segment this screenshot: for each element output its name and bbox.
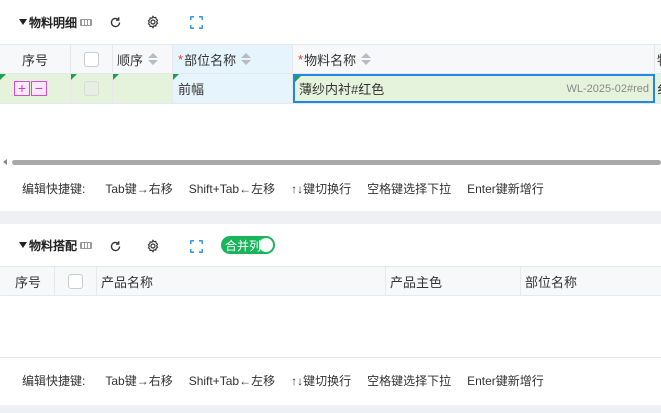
- column-header-label: 部位名称: [184, 52, 237, 68]
- panel-title: 物料明细: [29, 15, 78, 30]
- shortcut-item: Shift+Tab←左移: [188, 374, 276, 388]
- column-header-label: 物: [657, 50, 661, 69]
- select-all-checkbox[interactable]: [68, 273, 83, 289]
- part-name-value: 前幅: [178, 82, 205, 97]
- shortcut-item: Enter键新增行: [467, 182, 544, 196]
- shortcut-item: Tab键→右移: [105, 374, 173, 388]
- column-header-label: 序号: [15, 274, 42, 290]
- column-header-label: 顺序: [117, 52, 144, 68]
- shortcut-hints: 编辑快捷键: Tab键→右移 Shift+Tab←左移 ↑↓键切换行 空格键选择…: [22, 372, 560, 389]
- select-all-checkbox-cell: [71, 45, 113, 73]
- edited-marker: [0, 74, 6, 80]
- collapse-toggle[interactable]: 物料明细: [19, 14, 93, 31]
- column-header-main-color[interactable]: 产品主色: [386, 267, 521, 295]
- fullscreen-icon[interactable]: [188, 14, 204, 30]
- part-name-cell[interactable]: 前幅: [173, 74, 293, 103]
- column-header-next: 物: [655, 45, 661, 73]
- panel-title: 物料搭配: [29, 238, 78, 253]
- column-header-product-name[interactable]: 产品名称: [97, 267, 386, 295]
- merge-columns-toggle[interactable]: 合并列: [221, 236, 275, 254]
- table-row[interactable]: + − 前幅 薄纱内衬#红色 WL-2025-02#red 纟: [0, 74, 661, 104]
- shortcut-item: 空格键选择下拉: [367, 374, 452, 388]
- column-header-label: 序号: [22, 52, 49, 68]
- column-header-label: 产品主色: [390, 274, 443, 290]
- shortcut-item: Enter键新增行: [467, 374, 544, 388]
- shortcut-item: ↑↓键切换行: [291, 182, 352, 196]
- column-header-order[interactable]: 顺序: [113, 45, 173, 73]
- keyboard-icon[interactable]: [80, 18, 93, 26]
- fullscreen-icon[interactable]: [188, 238, 204, 254]
- gear-icon[interactable]: [145, 14, 161, 30]
- row-actions-cell: + −: [0, 74, 71, 103]
- sort-icon[interactable]: [241, 53, 252, 65]
- select-all-checkbox[interactable]: [84, 51, 99, 67]
- shortcut-item: Shift+Tab←左移: [188, 182, 276, 196]
- shortcut-hints: 编辑快捷键: Tab键→右移 Shift+Tab←左移 ↑↓键切换行 空格键选择…: [22, 180, 560, 197]
- shortcut-item: 空格键选择下拉: [367, 182, 452, 196]
- column-header-material-name[interactable]: * 物料名称: [293, 45, 655, 73]
- column-header-seq: 序号: [0, 45, 71, 73]
- column-header-label: 物料名称: [304, 52, 357, 68]
- required-asterisk: *: [298, 51, 304, 67]
- material-detail-toolbar: 物料明细: [0, 0, 661, 44]
- shortcut-label: 编辑快捷键:: [22, 374, 86, 388]
- material-detail-panel: 物料明细 序号 顺序 *部位名称 *物料名称 物 + −: [0, 0, 661, 211]
- row-checkbox[interactable]: [84, 81, 99, 96]
- material-match-toolbar: 物料搭配 合并列: [0, 224, 661, 266]
- caret-down-icon: [19, 19, 27, 25]
- horizontal-scrollbar[interactable]: [12, 160, 661, 165]
- collapse-toggle[interactable]: 物料搭配: [19, 237, 93, 254]
- table-header: 序号 顺序 *部位名称 *物料名称 物: [0, 44, 661, 74]
- required-asterisk: *: [178, 51, 184, 67]
- shortcut-label: 编辑快捷键:: [22, 182, 86, 196]
- sort-icon[interactable]: [361, 53, 372, 65]
- column-header-part-name[interactable]: * 部位名称: [173, 45, 293, 73]
- edited-marker: [113, 74, 119, 80]
- sort-icon[interactable]: [148, 53, 159, 65]
- edited-marker: [295, 76, 301, 82]
- table-bottom-border: [0, 357, 661, 358]
- keyboard-icon[interactable]: [80, 241, 93, 249]
- toggle-knob: [259, 238, 273, 252]
- row-checkbox-cell: [71, 74, 113, 103]
- refresh-icon[interactable]: [107, 14, 123, 30]
- select-all-checkbox-cell: [55, 267, 97, 295]
- edited-marker: [173, 74, 179, 80]
- add-row-button[interactable]: +: [14, 81, 30, 96]
- caret-down-icon: [19, 242, 27, 248]
- scroll-left-arrow-icon[interactable]: [3, 159, 7, 165]
- material-name-cell[interactable]: 薄纱内衬#红色 WL-2025-02#red: [293, 74, 655, 103]
- next-cell[interactable]: 纟: [655, 74, 661, 103]
- next-cell-value: 纟: [657, 79, 661, 98]
- column-header-seq: 序号: [0, 267, 55, 295]
- material-match-panel: 物料搭配 合并列 序号 产品名称 产品主色 部位名称 编辑快捷键: Tab键→右…: [0, 224, 661, 405]
- material-code: WL-2025-02#red: [566, 82, 649, 95]
- shortcut-item: Tab键→右移: [105, 182, 173, 196]
- remove-row-button[interactable]: −: [31, 81, 47, 96]
- column-header-label: 产品名称: [101, 274, 154, 290]
- refresh-icon[interactable]: [107, 238, 123, 254]
- edited-marker: [71, 74, 77, 80]
- shortcut-item: ↑↓键切换行: [291, 374, 352, 388]
- column-header-label: 部位名称: [525, 274, 578, 290]
- material-name-value: 薄纱内衬#红色: [299, 82, 385, 97]
- merge-columns-label: 合并列: [225, 238, 262, 253]
- column-header-part-name[interactable]: 部位名称: [521, 267, 661, 295]
- table-header: 序号 产品名称 产品主色 部位名称: [0, 266, 661, 296]
- gear-icon[interactable]: [145, 238, 161, 254]
- order-cell[interactable]: [113, 74, 173, 103]
